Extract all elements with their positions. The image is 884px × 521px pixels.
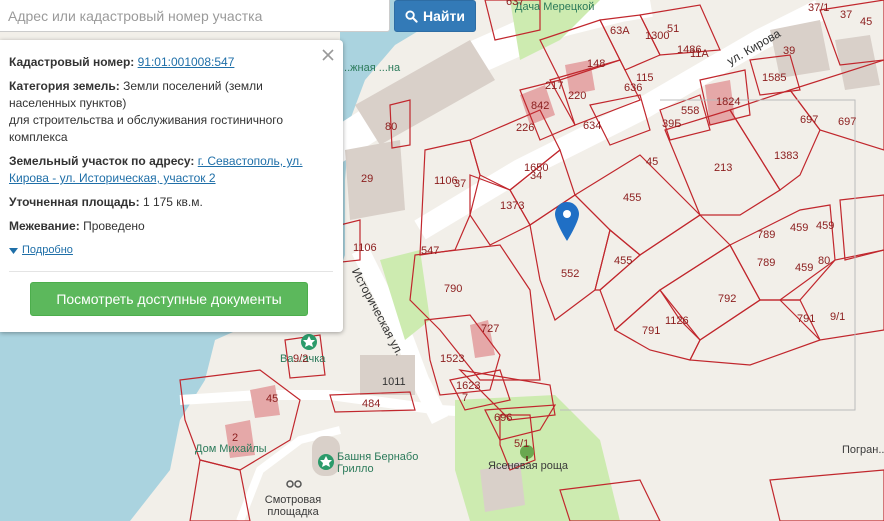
parcel-label: 792: [718, 293, 737, 305]
parcel-label: 842: [531, 100, 550, 112]
parcel-label: 455: [623, 192, 642, 204]
parcel-label: 484: [362, 398, 381, 410]
park-star-icon[interactable]: [318, 454, 334, 470]
parcel-label: 789: [757, 257, 776, 269]
parcel-label: 459: [790, 222, 809, 234]
building-39: [770, 20, 830, 78]
close-icon[interactable]: [321, 48, 335, 62]
parcel-label: 80: [385, 121, 398, 133]
parcel-label: 37: [454, 178, 467, 190]
parcel-label: 29: [361, 173, 374, 185]
address-row: Земельный участок по адресу: г. Севастоп…: [9, 153, 333, 187]
parcel-label: 80: [818, 255, 831, 267]
parcel-label: 791: [797, 313, 816, 325]
parcel-label: 1373: [500, 200, 525, 212]
parcel-label: 790: [444, 283, 463, 295]
parcel-label: 217: [545, 80, 564, 92]
parcel-label: 37/1: [808, 2, 830, 14]
parcel-label: 1623: [456, 380, 481, 392]
area-row: Уточненная площадь: 1 175 кв.м.: [9, 194, 333, 211]
parcel-label: 11А: [690, 48, 709, 60]
search-button[interactable]: Найти: [394, 0, 476, 32]
parcel-label: 220: [568, 90, 587, 102]
parcel-label: 37: [840, 9, 853, 21]
parcel-label: 1523: [440, 353, 465, 365]
area-label: Уточненная площадь:: [9, 195, 140, 209]
parcel-label: 39: [783, 45, 796, 57]
view-documents-button[interactable]: Посмотреть доступные документы: [30, 282, 308, 316]
address-label: Земельный участок по адресу:: [9, 154, 195, 168]
parcel-label: 45: [646, 156, 659, 168]
parcel-label: 9/2: [293, 353, 309, 365]
details-toggle-label: Подробно: [22, 244, 73, 256]
parcel-label: 51: [667, 23, 680, 35]
survey-row: Межевание: Проведено: [9, 218, 333, 235]
parcel-label: 455: [614, 255, 633, 267]
parcel-label: 213: [714, 162, 733, 174]
building-29: [345, 140, 405, 220]
parcel-label: 226: [516, 122, 535, 134]
parcel-label: 1126: [665, 315, 689, 327]
details-toggle[interactable]: Подробно: [9, 242, 333, 259]
land-category-row: Категория земель: Земли поселений (земли…: [9, 78, 333, 146]
popup-divider: [9, 271, 333, 272]
parcel-label: 459: [816, 220, 835, 232]
cadastral-number-row: Кадастровый номер: 91:01:001008:547: [9, 54, 333, 71]
parcel-label: 558: [681, 105, 700, 117]
parcel-label: 791: [642, 325, 661, 337]
parcel-label: 2: [232, 432, 239, 444]
parcel-label: 45: [860, 16, 873, 28]
search-icon: [405, 9, 418, 23]
land-purpose-value: для строительства и обслуживания гостини…: [9, 113, 284, 144]
search-input[interactable]: [8, 7, 389, 24]
parcel-label: 1824: [716, 96, 741, 108]
search-bar: [0, 0, 390, 32]
survey-label: Межевание:: [9, 219, 80, 233]
parcel-label: 115: [636, 72, 654, 84]
place-bashnya: Башня Бернабо Грилло: [337, 451, 419, 475]
caret-down-icon: [9, 247, 18, 254]
parcel-label: 459: [795, 262, 814, 274]
place-smotrovaya: Смотровая площадка: [264, 494, 322, 518]
place-pogran: Погран...: [842, 444, 884, 456]
land-category-label: Категория земель:: [9, 79, 120, 93]
parcel-label: 697: [838, 116, 857, 128]
parcel-label: 1300: [645, 30, 670, 42]
area-value: 1 175 кв.м.: [142, 195, 203, 209]
place-yasenevaya-rosha: Ясеневая роща: [488, 460, 569, 472]
parcel-label: 697: [800, 114, 819, 126]
parcel-label: 634: [583, 120, 602, 132]
parcel-label: 45: [266, 393, 279, 405]
parcel-label: 637: [506, 0, 525, 8]
parcel-label: 148: [587, 58, 606, 70]
park-star-icon-2[interactable]: [301, 334, 317, 350]
parcel-label: 5/1: [514, 438, 530, 450]
parcel-label: 1106: [353, 242, 377, 254]
parcel-label: 34: [530, 170, 543, 182]
parcel-label: 727: [481, 323, 500, 335]
cadastral-number-link[interactable]: 91:01:001008:547: [138, 55, 235, 69]
parcel-info-popup: Кадастровый номер: 91:01:001008:547 Кате…: [0, 40, 343, 332]
cadastral-number-label: Кадастровый номер:: [9, 55, 135, 69]
parcel-label: 1011: [382, 376, 406, 388]
parcel-label: 9/1: [830, 311, 846, 323]
parcel-label: 63А: [610, 25, 630, 37]
parcel-label: 7: [462, 392, 469, 404]
parcel-label: 1383: [774, 150, 799, 162]
search-button-label: Найти: [423, 8, 465, 24]
parcel-label: 1585: [762, 72, 787, 84]
building-7: [360, 355, 415, 395]
parcel-label: 547: [421, 245, 440, 257]
place-naberezhnaya: ...жная ...на: [341, 62, 401, 74]
place-dacha-meretskoy: Дача Мерецкой: [515, 1, 595, 13]
parcel-label: 696: [494, 412, 513, 424]
survey-value: Проведено: [83, 219, 145, 233]
place-dom-mikhayly: Дом Михайлы: [195, 443, 267, 455]
parcel-label: 39Б: [662, 118, 682, 130]
parcel-label: 552: [561, 268, 580, 280]
parcel-label: 789: [757, 229, 776, 241]
